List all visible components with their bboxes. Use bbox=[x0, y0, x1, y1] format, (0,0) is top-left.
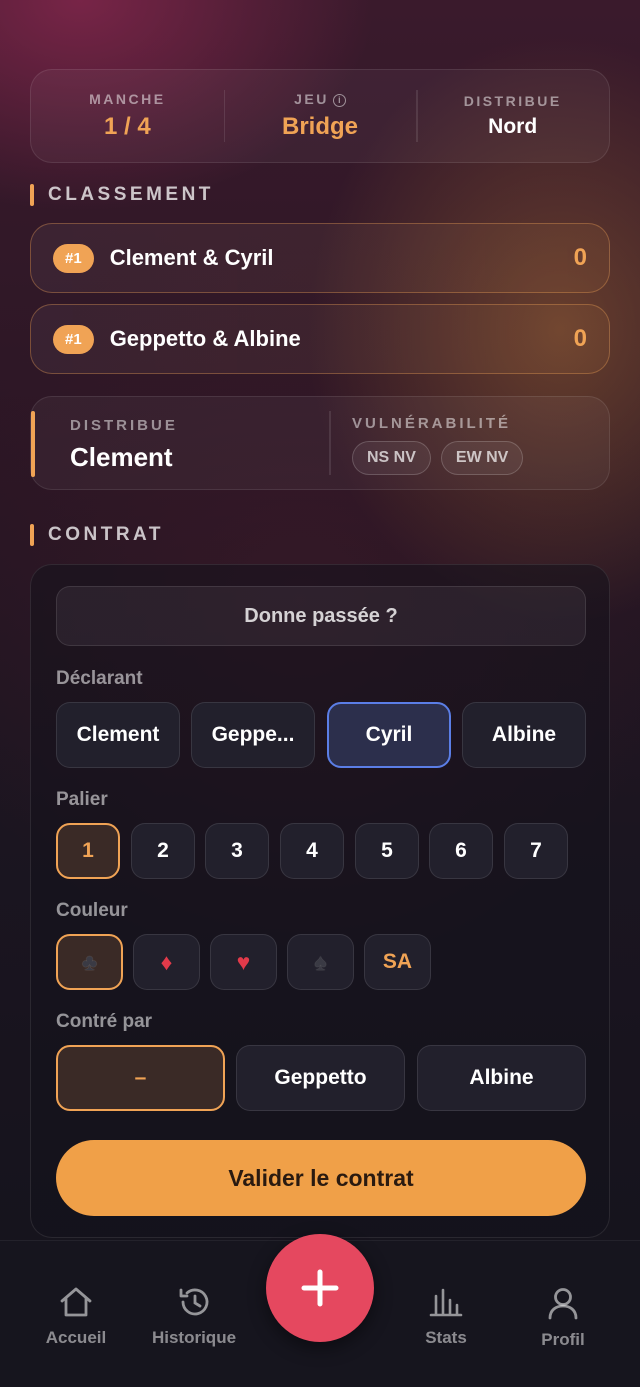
divider bbox=[329, 411, 331, 475]
nav-label: Accueil bbox=[45, 1328, 107, 1347]
dealer-card: DISTRIBUE Clement VULNÉRABILITÉ NS NV EW … bbox=[30, 396, 610, 490]
rank-badge: #1 bbox=[53, 243, 94, 273]
dealer-block: DISTRIBUE Clement bbox=[70, 417, 178, 473]
jeu-label-row: JEU i bbox=[294, 91, 346, 107]
declarant-label: Déclarant bbox=[56, 668, 143, 689]
palier-option[interactable]: 2 bbox=[131, 823, 195, 879]
contre-option[interactable]: Albine bbox=[417, 1045, 586, 1111]
dealer-name: Clement bbox=[70, 442, 173, 472]
team-row: #1 Geppetto & Albine 0 bbox=[30, 304, 610, 374]
rank-badge: #1 bbox=[53, 324, 94, 354]
contrat-title: CONTRAT bbox=[48, 524, 164, 545]
vul-pill-ew: EW NV bbox=[440, 441, 524, 475]
palier-option[interactable]: 6 bbox=[429, 823, 493, 879]
nav-item-accueil[interactable]: Accueil bbox=[21, 1286, 131, 1348]
vulnerability-block: VULNÉRABILITÉ NS NV EW NV bbox=[352, 415, 533, 475]
distribue-stat: DISTRIBUE Nord bbox=[416, 70, 609, 162]
palier-option[interactable]: 5 bbox=[355, 823, 419, 879]
jeu-stat[interactable]: JEU i Bridge bbox=[223, 70, 417, 162]
contrat-heading: CONTRAT bbox=[30, 524, 164, 546]
validate-contract-button[interactable]: Valider le contrat bbox=[56, 1140, 586, 1216]
clubs-icon: ♣ bbox=[81, 948, 98, 975]
palier-label: Palier bbox=[56, 789, 108, 810]
declarant-option[interactable]: Geppe... bbox=[191, 702, 315, 768]
vulnerability-label: VULNÉRABILITÉ bbox=[352, 415, 511, 432]
stats-icon bbox=[429, 1288, 463, 1317]
contre-label: Contré par bbox=[56, 1011, 153, 1032]
palier-option[interactable]: 4 bbox=[280, 823, 344, 879]
declarant-option-selected[interactable]: Cyril bbox=[327, 702, 451, 768]
jeu-label: JEU bbox=[294, 91, 329, 107]
nav-label: Stats bbox=[425, 1328, 467, 1347]
team-row: #1 Clement & Cyril 0 bbox=[30, 223, 610, 293]
jeu-value: Bridge bbox=[282, 113, 359, 140]
team-name: Clement & Cyril bbox=[109, 245, 274, 270]
spades-icon: ♠ bbox=[314, 948, 327, 975]
declarant-option[interactable]: Clement bbox=[56, 702, 180, 768]
add-game-fab[interactable] bbox=[266, 1234, 374, 1342]
manche-value: 1 / 4 bbox=[103, 113, 151, 140]
team-score: 0 bbox=[573, 325, 587, 352]
profile-icon bbox=[548, 1288, 578, 1320]
nav-item-profil[interactable]: Profil bbox=[508, 1286, 618, 1350]
nav-label: Profil bbox=[541, 1330, 585, 1349]
distribue-label: DISTRIBUE bbox=[463, 93, 562, 109]
manche-stat: MANCHE 1 / 4 bbox=[31, 70, 224, 162]
nav-item-historique[interactable]: Historique bbox=[139, 1286, 249, 1348]
suit-diamonds-button[interactable]: ♦ bbox=[133, 934, 200, 990]
dealer-accent-bar bbox=[31, 411, 35, 477]
history-icon bbox=[179, 1288, 209, 1316]
section-accent-bar bbox=[30, 184, 34, 206]
diamonds-icon: ♦ bbox=[160, 948, 173, 975]
classement-heading: CLASSEMENT bbox=[30, 184, 214, 206]
palier-option[interactable]: 7 bbox=[504, 823, 568, 879]
dealer-label: DISTRIBUE bbox=[70, 417, 178, 434]
team-name: Geppetto & Albine bbox=[109, 326, 301, 351]
palier-option-selected[interactable]: 1 bbox=[56, 823, 120, 879]
home-icon bbox=[60, 1287, 92, 1317]
declarant-option[interactable]: Albine bbox=[462, 702, 586, 768]
round-info-card: MANCHE 1 / 4 JEU i Bridge DISTRIBUE Nord bbox=[30, 69, 610, 163]
team-score: 0 bbox=[573, 244, 587, 271]
suit-hearts-button[interactable]: ♥ bbox=[210, 934, 277, 990]
contre-option[interactable]: Geppetto bbox=[236, 1045, 405, 1111]
info-icon[interactable]: i bbox=[332, 94, 346, 107]
plus-icon bbox=[301, 1269, 339, 1307]
classement-title: CLASSEMENT bbox=[48, 184, 214, 205]
manche-label: MANCHE bbox=[89, 91, 166, 107]
section-accent-bar bbox=[30, 524, 34, 546]
hearts-icon: ♥ bbox=[236, 948, 251, 975]
nav-label: Historique bbox=[151, 1328, 237, 1347]
contract-form: Donne passée ? Déclarant Clement Geppe..… bbox=[30, 564, 610, 1238]
suit-sans-atout-button[interactable]: SA bbox=[364, 934, 431, 990]
passed-deal-button[interactable]: Donne passée ? bbox=[56, 586, 586, 646]
palier-option[interactable]: 3 bbox=[205, 823, 269, 879]
vulnerability-pills: NS NV EW NV bbox=[352, 441, 533, 475]
couleur-label: Couleur bbox=[56, 900, 128, 921]
vul-pill-ns: NS NV bbox=[352, 441, 431, 475]
contre-option-none-selected[interactable]: – bbox=[56, 1045, 225, 1111]
distribue-value: Nord bbox=[488, 115, 538, 138]
nav-item-stats[interactable]: Stats bbox=[391, 1286, 501, 1348]
suit-spades-button[interactable]: ♠ bbox=[287, 934, 354, 990]
suit-clubs-button[interactable]: ♣ bbox=[56, 934, 123, 990]
